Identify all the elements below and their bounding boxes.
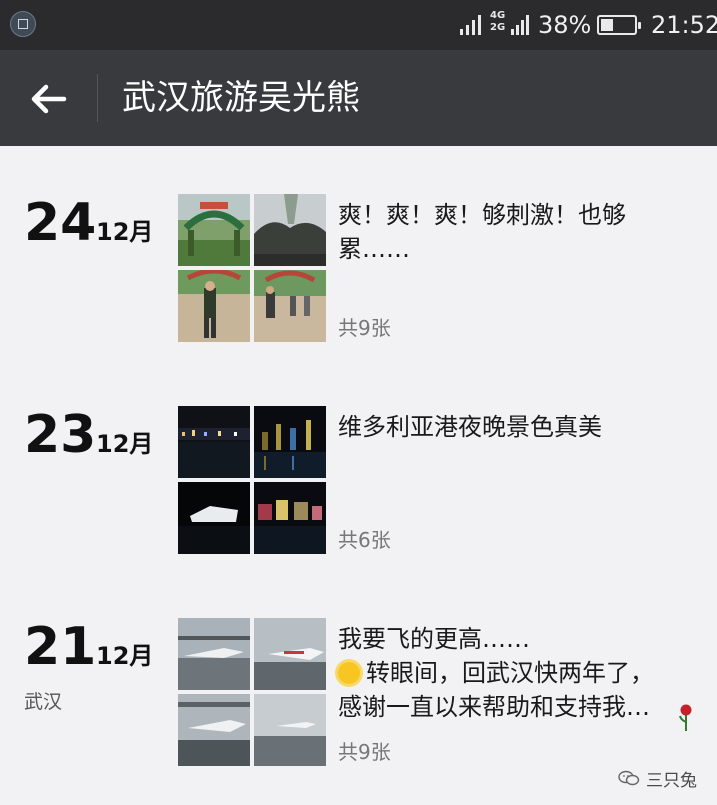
photo-grid[interactable] (178, 618, 326, 766)
post-text-line: 维多利亚港夜晚景色真美 (338, 413, 602, 441)
photo-thumbnail[interactable] (254, 482, 326, 554)
post-text-line: 累…… (338, 235, 410, 263)
photo-thumbnail[interactable] (178, 618, 250, 690)
photo-thumbnail[interactable] (254, 194, 326, 266)
photo-thumbnail[interactable] (254, 618, 326, 690)
post-text-line: 转眼间，回武汉快两年了， (338, 656, 668, 690)
post-day: 24 (24, 193, 97, 253)
photo-thumbnail[interactable] (254, 406, 326, 478)
photo-grid[interactable] (178, 194, 326, 342)
signal-icon (460, 15, 481, 35)
signal-2-icon (511, 15, 529, 35)
header: 武汉旅游吴光熊 (0, 50, 717, 146)
wechat-icon (618, 770, 640, 786)
photo-thumbnail[interactable] (254, 694, 326, 766)
post-text: 我要飞的更高…… 转眼间，回武汉快两年了， 感谢一直以来帮助和支持我… (338, 622, 668, 724)
network-type: 4G 2G (490, 10, 508, 34)
clock: 21:52 (651, 11, 717, 39)
post-text-line-content: 转眼间，回武汉快两年了， (366, 659, 654, 687)
post-text-line: 爽！爽！爽！够刺激！也够 (338, 201, 626, 229)
post-text-line: 感谢一直以来帮助和支持我… (338, 693, 650, 721)
post-text-line: 我要飞的更高…… (338, 625, 530, 653)
post-location: 武汉 (24, 691, 63, 713)
photo-count: 共6张 (338, 528, 391, 552)
battery-level (601, 19, 613, 31)
photo-thumbnail[interactable] (178, 694, 250, 766)
sun-emoji-icon (338, 662, 360, 684)
photo-count: 共9张 (338, 316, 391, 340)
album-post[interactable]: 21 12月 武汉 我要飞的更高…… 转眼间，回武汉快两年了， 感谢一直以来帮助… (0, 618, 717, 768)
battery-percent: 38% (538, 11, 592, 39)
album-post[interactable]: 24 12月 爽！爽！爽！够刺激！也够 累…… 共9张 (0, 194, 717, 344)
network-type-line: 2G (490, 22, 506, 33)
photo-thumbnail[interactable] (178, 270, 250, 342)
photo-thumbnail[interactable] (178, 406, 250, 478)
post-month: 12月 (96, 218, 154, 246)
album-post[interactable]: 23 12月 维多利亚港夜晚景色真美 共6张 (0, 406, 717, 556)
photo-thumbnail[interactable] (178, 194, 250, 266)
photo-count: 共9张 (338, 740, 391, 764)
post-day: 21 (24, 617, 97, 677)
battery-icon (597, 15, 641, 35)
arrow-left-icon[interactable] (24, 74, 74, 124)
rose-emoji-icon (679, 704, 692, 731)
post-month: 12月 (96, 430, 154, 458)
watermark-text: 三只兔 (646, 770, 697, 791)
post-day: 23 (24, 405, 97, 465)
watermark: 三只兔 (618, 766, 697, 791)
post-month: 12月 (96, 642, 154, 670)
network-type-line: 4G (490, 10, 506, 21)
status-bar: 4G 2G 38% 21:52 (0, 0, 717, 50)
header-divider (97, 74, 98, 122)
photo-thumbnail[interactable] (254, 270, 326, 342)
photo-grid[interactable] (178, 406, 326, 554)
notification-icon (10, 11, 36, 37)
photo-thumbnail[interactable] (178, 482, 250, 554)
page-title: 武汉旅游吴光熊 (122, 78, 360, 118)
post-text: 维多利亚港夜晚景色真美 (338, 410, 668, 444)
post-text: 爽！爽！爽！够刺激！也够 累…… (338, 198, 668, 266)
